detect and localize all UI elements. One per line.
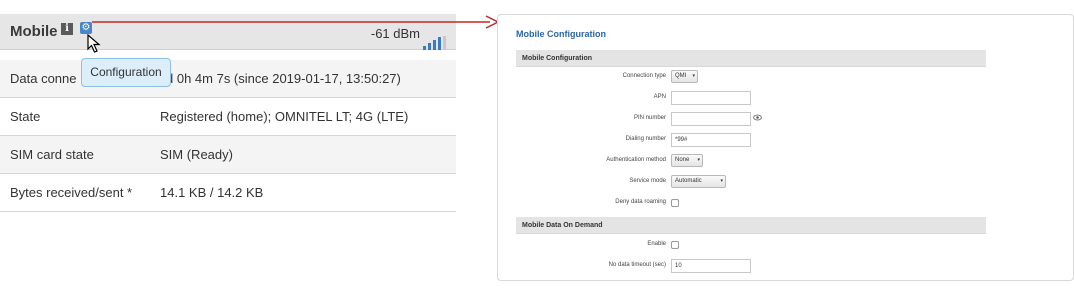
section-header-mobile-configuration: Mobile Configuration bbox=[516, 50, 986, 67]
form-row-deny-roaming: Deny data roaming bbox=[516, 196, 986, 212]
form-row-connection-type: Connection type QMI ▾ bbox=[516, 70, 986, 86]
page-title: Mobile Configuration bbox=[516, 29, 606, 39]
form-row-auth: Authentication method None ▾ bbox=[516, 154, 986, 170]
status-row-value: SIM (Ready) bbox=[160, 147, 233, 162]
form-row-timeout: No data timeout (sec) 10 bbox=[516, 259, 986, 275]
dialing-number-input[interactable]: *99# bbox=[671, 133, 751, 147]
status-row-label: SIM card state bbox=[10, 147, 94, 162]
field-label: Enable bbox=[647, 241, 666, 247]
field-label: Dialing number bbox=[625, 136, 666, 142]
info-icon[interactable]: i bbox=[61, 23, 73, 35]
section-header-data-on-demand: Mobile Data On Demand bbox=[516, 217, 986, 234]
status-row-sim-state: SIM card state SIM (Ready) bbox=[0, 136, 456, 174]
connection-type-select[interactable]: QMI ▾ bbox=[671, 70, 698, 83]
eye-icon[interactable] bbox=[753, 113, 762, 122]
field-label: No data timeout (sec) bbox=[608, 262, 666, 268]
enable-checkbox[interactable] bbox=[671, 238, 679, 249]
field-label: Service mode bbox=[629, 178, 666, 184]
authentication-method-select[interactable]: None ▾ bbox=[671, 154, 703, 167]
signal-bars-icon bbox=[423, 36, 446, 50]
status-row-value: d 0h 4m 7s (since 2019-01-17, 13:50:27) bbox=[166, 71, 401, 86]
mobile-config-panel: Mobile Configuration Mobile Configuratio… bbox=[497, 14, 1074, 281]
status-row-label: Bytes received/sent * bbox=[10, 185, 133, 200]
form-row-dialing: Dialing number *99# bbox=[516, 133, 986, 149]
pin-input[interactable] bbox=[671, 112, 751, 126]
status-row-bytes: Bytes received/sent * 14.1 KB / 14.2 KB bbox=[0, 174, 456, 212]
mobile-title: Mobile bbox=[10, 23, 58, 40]
field-label: PIN number bbox=[633, 115, 666, 121]
status-row-state: State Registered (home); OMNITEL LT; 4G … bbox=[0, 98, 456, 136]
form-row-apn: APN bbox=[516, 91, 986, 107]
service-mode-select[interactable]: Automatic ▾ bbox=[671, 175, 726, 188]
configuration-tooltip: Configuration bbox=[81, 58, 171, 87]
deny-roaming-checkbox[interactable] bbox=[671, 196, 679, 207]
status-row-label: Data conne bbox=[10, 71, 77, 86]
field-label: Authentication method bbox=[606, 157, 666, 163]
status-row-value: Registered (home); OMNITEL LT; 4G (LTE) bbox=[160, 109, 409, 124]
apn-input[interactable] bbox=[671, 91, 751, 105]
status-row-value: 14.1 KB / 14.2 KB bbox=[160, 185, 264, 200]
field-label: Connection type bbox=[622, 73, 666, 79]
select-arrow-icon: ▾ bbox=[692, 73, 695, 79]
mouse-pointer-icon bbox=[87, 34, 101, 53]
select-arrow-icon: ▾ bbox=[697, 157, 700, 163]
status-row-label: State bbox=[10, 109, 41, 124]
field-label: APN bbox=[653, 94, 666, 100]
select-arrow-icon: ▾ bbox=[720, 178, 723, 184]
arrow-connector bbox=[92, 15, 500, 29]
form-row-pin: PIN number bbox=[516, 112, 986, 128]
no-data-timeout-input[interactable]: 10 bbox=[671, 259, 751, 273]
form-row-enable: Enable bbox=[516, 238, 986, 254]
field-label: Deny data roaming bbox=[615, 199, 666, 205]
status-row-data-connection: Data conne d 0h 4m 7s (since 2019-01-17,… bbox=[0, 60, 456, 98]
form-row-service-mode: Service mode Automatic ▾ bbox=[516, 175, 986, 191]
